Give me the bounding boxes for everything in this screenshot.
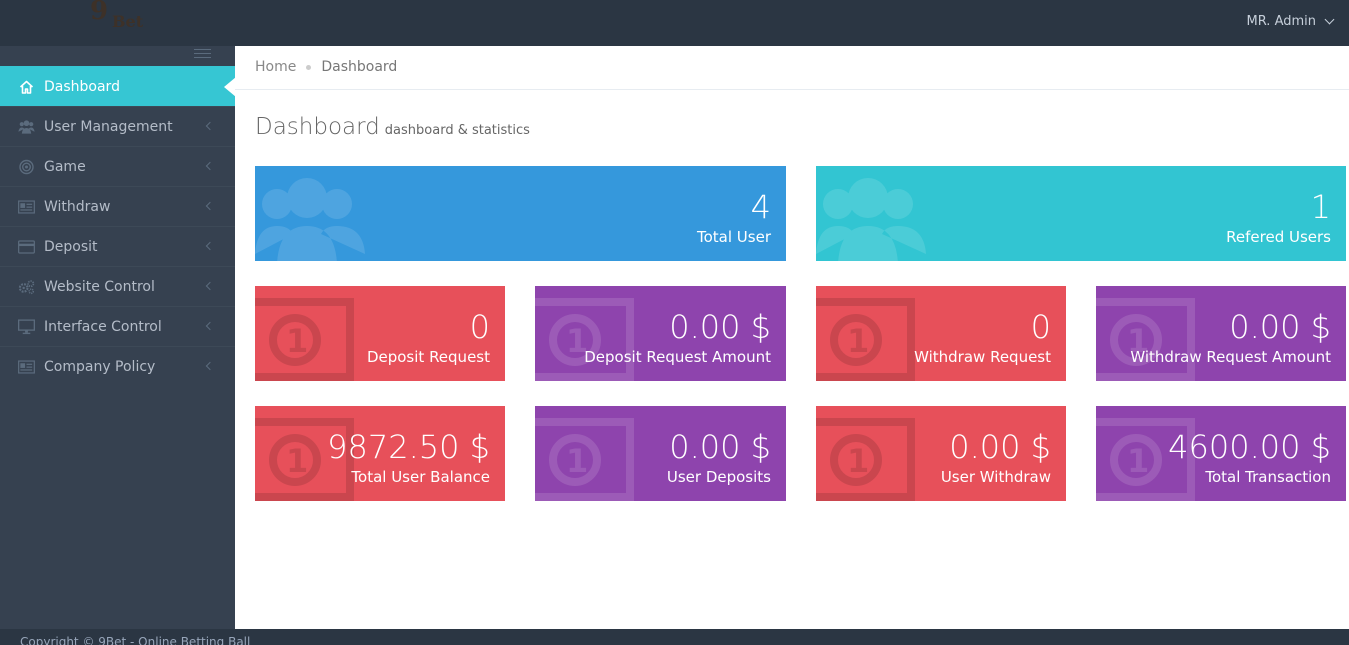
svg-text:1: 1 — [1127, 442, 1149, 480]
stat-label: Total User Balance — [351, 468, 490, 486]
stat-label: Withdraw Request Amount — [1130, 348, 1331, 366]
users-icon — [255, 178, 365, 261]
logo-number: 9 — [90, 0, 109, 26]
stat-tile-deposit-request[interactable]: 1 0 Deposit Request — [255, 286, 505, 381]
svg-text:1: 1 — [847, 322, 869, 360]
sidebar-item-game[interactable]: Game — [0, 146, 235, 186]
sidebar-item-user-management[interactable]: User Management — [0, 106, 235, 146]
stat-tile-withdraw-request[interactable]: 1 0 Withdraw Request — [816, 286, 1066, 381]
chevron-left-icon — [205, 321, 215, 331]
money-bill-icon: 1 — [535, 298, 634, 381]
stat-label: Deposit Request — [366, 348, 490, 366]
stat-label: Deposit Request Amount — [584, 348, 771, 366]
page-content: Home Dashboard Dashboard dashboard & sta… — [235, 46, 1349, 629]
chevron-left-icon — [205, 121, 215, 131]
sidebar-item-label: Game — [44, 158, 86, 175]
money-bill-icon: 1 — [816, 298, 915, 381]
chevron-down-icon — [1324, 14, 1335, 25]
gears-icon — [17, 279, 35, 295]
sidebar-item-label: Website Control — [44, 278, 155, 295]
home-icon — [17, 79, 35, 95]
monitor-icon — [17, 318, 35, 335]
svg-text:1: 1 — [566, 442, 588, 480]
stat-tile-user-deposits[interactable]: 1 0.00 $ User Deposits — [535, 406, 786, 501]
footer: Copyright © 9Bet - Online Betting Ball — [0, 629, 1349, 645]
chevron-left-icon — [205, 361, 215, 371]
page-title-text: Dashboard — [255, 114, 380, 140]
svg-text:1: 1 — [847, 442, 869, 480]
logo-text: Bet — [112, 12, 144, 31]
footer-copyright: Copyright © 9Bet - Online Betting Ball — [20, 635, 251, 645]
sidebar-item-interface-control[interactable]: Interface Control — [0, 306, 235, 346]
stat-value: 0.00 $ — [949, 428, 1051, 466]
target-icon — [17, 159, 35, 175]
users-icon — [17, 119, 35, 135]
sidebar-item-label: Interface Control — [44, 318, 162, 335]
stat-label: Withdraw Request — [914, 348, 1051, 366]
sidebar: Dashboard User Management Game Withdraw — [0, 46, 236, 629]
chevron-left-icon — [205, 281, 215, 291]
logo[interactable]: 9 Bet — [90, 0, 170, 46]
divider — [235, 89, 1349, 90]
page-title: Dashboard dashboard & statistics — [255, 114, 530, 140]
credit-card-icon — [17, 239, 35, 255]
sidebar-item-withdraw[interactable]: Withdraw — [0, 186, 235, 226]
svg-text:1: 1 — [286, 442, 308, 480]
sidebar-item-label: Withdraw — [44, 198, 111, 215]
stat-tile-total-transaction[interactable]: 1 4600.00 $ Total Transaction — [1096, 406, 1346, 501]
sidebar-item-deposit[interactable]: Deposit — [0, 226, 235, 266]
stat-value: 4600.00 $ — [1168, 428, 1331, 466]
stat-label: Total Transaction — [1205, 468, 1331, 486]
breadcrumb-current: Dashboard — [321, 59, 398, 75]
stat-tile-user-withdraw[interactable]: 1 0.00 $ User Withdraw — [816, 406, 1066, 501]
user-name: MR. Admin — [1246, 14, 1316, 29]
breadcrumb: Home Dashboard — [255, 59, 397, 75]
sidebar-item-label: Dashboard — [44, 78, 120, 95]
users-icon — [816, 178, 926, 261]
stat-tile-total-user[interactable]: 4 Total User — [255, 166, 786, 261]
stat-value: 0.00 $ — [669, 308, 771, 346]
stat-value: 9872.50 $ — [327, 428, 490, 466]
money-bill-icon: 1 — [816, 418, 915, 501]
sidebar-item-dashboard[interactable]: Dashboard — [0, 66, 236, 106]
stat-tile-deposit-request-amount[interactable]: 1 0.00 $ Deposit Request Amount — [535, 286, 786, 381]
stat-value: 0.00 $ — [669, 428, 771, 466]
stat-tile-refered-users[interactable]: 1 Refered Users — [816, 166, 1346, 261]
sidebar-menu: Dashboard User Management Game Withdraw — [0, 66, 236, 386]
chevron-left-icon — [205, 241, 215, 251]
id-card-icon — [17, 359, 35, 375]
stat-label: User Deposits — [666, 468, 771, 486]
sidebar-item-company-policy[interactable]: Company Policy — [0, 346, 235, 386]
sidebar-item-label: Company Policy — [44, 358, 156, 375]
page-subtitle: dashboard & statistics — [384, 123, 530, 138]
stat-label: User Withdraw — [940, 468, 1051, 486]
stat-value: 4 — [750, 188, 771, 226]
stat-value: 0 — [469, 308, 490, 346]
top-navbar: 9 Bet MR. Admin — [0, 0, 1349, 46]
money-bill-icon: 1 — [535, 418, 634, 501]
sidebar-item-label: Deposit — [44, 238, 98, 255]
id-card-icon — [17, 199, 35, 215]
stat-tile-total-user-balance[interactable]: 1 9872.50 $ Total User Balance — [255, 406, 505, 501]
user-menu-dropdown[interactable]: MR. Admin — [1246, 14, 1335, 29]
breadcrumb-home-link[interactable]: Home — [255, 59, 296, 75]
stat-value: 0 — [1030, 308, 1051, 346]
stat-value: 0.00 $ — [1229, 308, 1331, 346]
sidebar-item-label: User Management — [44, 118, 173, 135]
money-bill-icon: 1 — [1096, 298, 1195, 381]
chevron-left-icon — [205, 201, 215, 211]
stat-label: Refered Users — [1226, 228, 1331, 246]
stat-label: Total User — [697, 228, 771, 246]
svg-text:1: 1 — [286, 322, 308, 360]
stat-tile-withdraw-request-amount[interactable]: 1 0.00 $ Withdraw Request Amount — [1096, 286, 1346, 381]
money-bill-icon: 1 — [255, 298, 354, 381]
breadcrumb-separator-icon — [306, 64, 312, 70]
chevron-left-icon — [205, 161, 215, 171]
sidebar-toggle-menu-icon[interactable] — [194, 49, 211, 61]
sidebar-item-website-control[interactable]: Website Control — [0, 266, 235, 306]
stat-value: 1 — [1310, 188, 1331, 226]
